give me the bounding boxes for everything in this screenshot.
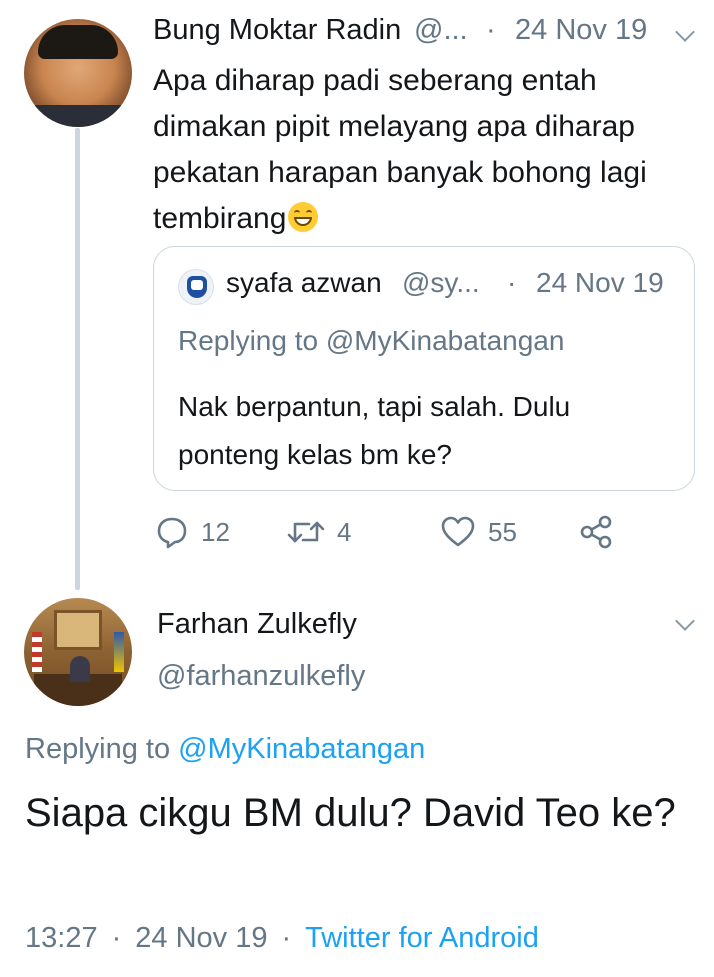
grinning-face-emoji-icon (288, 202, 319, 232)
quoted-author-handle: @sy... (402, 267, 480, 298)
tweet1-author-name[interactable]: Bung Moktar Radin (153, 14, 401, 47)
quoted-text: Nak berpantun, tapi salah. Dulu ponteng … (178, 391, 571, 470)
tweet1-separator: · (486, 14, 496, 46)
quoted-author-name: syafa azwan (226, 267, 382, 298)
retweet-count: 4 (337, 516, 352, 547)
thread-connector-line (75, 128, 80, 590)
quoted-avatar[interactable] (178, 269, 214, 305)
tweet1-action-bar: 12 4 55 (155, 512, 625, 552)
like-button[interactable]: 55 (440, 512, 517, 552)
avatar-flag-left (32, 632, 42, 672)
tweet1-text: Apa diharap padi seberang entah dimakan … (153, 58, 693, 242)
quoted-date: 24 Nov 19 (536, 267, 664, 298)
tweet2-author-handle[interactable]: @farhanzulkefly (157, 660, 365, 693)
tweet2-chevron-down-icon[interactable] (675, 611, 695, 631)
tweet1-text-body: Apa diharap padi seberang entah dimakan … (153, 64, 647, 235)
tweet2-separator-1: · (111, 922, 122, 954)
avatar-hair (38, 25, 118, 59)
tweet2-author-name[interactable]: Farhan Zulkefly (157, 608, 357, 641)
reply-icon (157, 517, 187, 549)
quoted-replying-to: Replying to @MyKinabatangan (178, 325, 565, 356)
tweet2-date: 24 Nov 19 (135, 922, 268, 954)
crest-detail (191, 280, 203, 290)
replying-to-mention-link[interactable]: @MyKinabatangan (178, 733, 425, 765)
avatar-bung-moktar[interactable] (24, 19, 132, 127)
tweet2-replying-to: Replying to @MyKinabatangan (25, 733, 425, 766)
avatar-farhan-zulkefly[interactable] (24, 598, 132, 706)
tweet1-date[interactable]: 24 Nov 19 (515, 14, 647, 47)
tweet2-separator-2: · (281, 922, 292, 954)
heart-icon (441, 516, 475, 547)
reply-button[interactable]: 12 (155, 512, 230, 552)
avatar-flag-right (114, 632, 124, 672)
avatar-suit (24, 105, 132, 127)
replying-to-label: Replying to (25, 733, 179, 765)
share-button[interactable] (579, 512, 613, 552)
tweet1-chevron-down-icon[interactable] (675, 22, 695, 42)
avatar-wall-panel (54, 610, 102, 650)
tweet2-time: 13:27 (25, 922, 98, 954)
quoted-tweet-card[interactable]: syafa azwan @sy... · 24 Nov 19 Replying … (153, 246, 695, 491)
share-icon (580, 515, 612, 549)
tweet2-source-link[interactable]: Twitter for Android (305, 922, 539, 954)
reply-count: 12 (201, 516, 230, 547)
retweet-button[interactable]: 4 (287, 512, 351, 552)
quoted-separator: · (507, 267, 517, 298)
tweet2-meta: 13:27 · 24 Nov 19 · Twitter for Android (25, 922, 539, 955)
like-count: 55 (488, 516, 517, 547)
tweet2-text: Siapa cikgu BM dulu? David Teo ke? (25, 791, 676, 835)
retweet-icon (287, 521, 325, 543)
tweet1-author-handle[interactable]: @... (414, 14, 468, 47)
avatar-person (70, 656, 90, 682)
